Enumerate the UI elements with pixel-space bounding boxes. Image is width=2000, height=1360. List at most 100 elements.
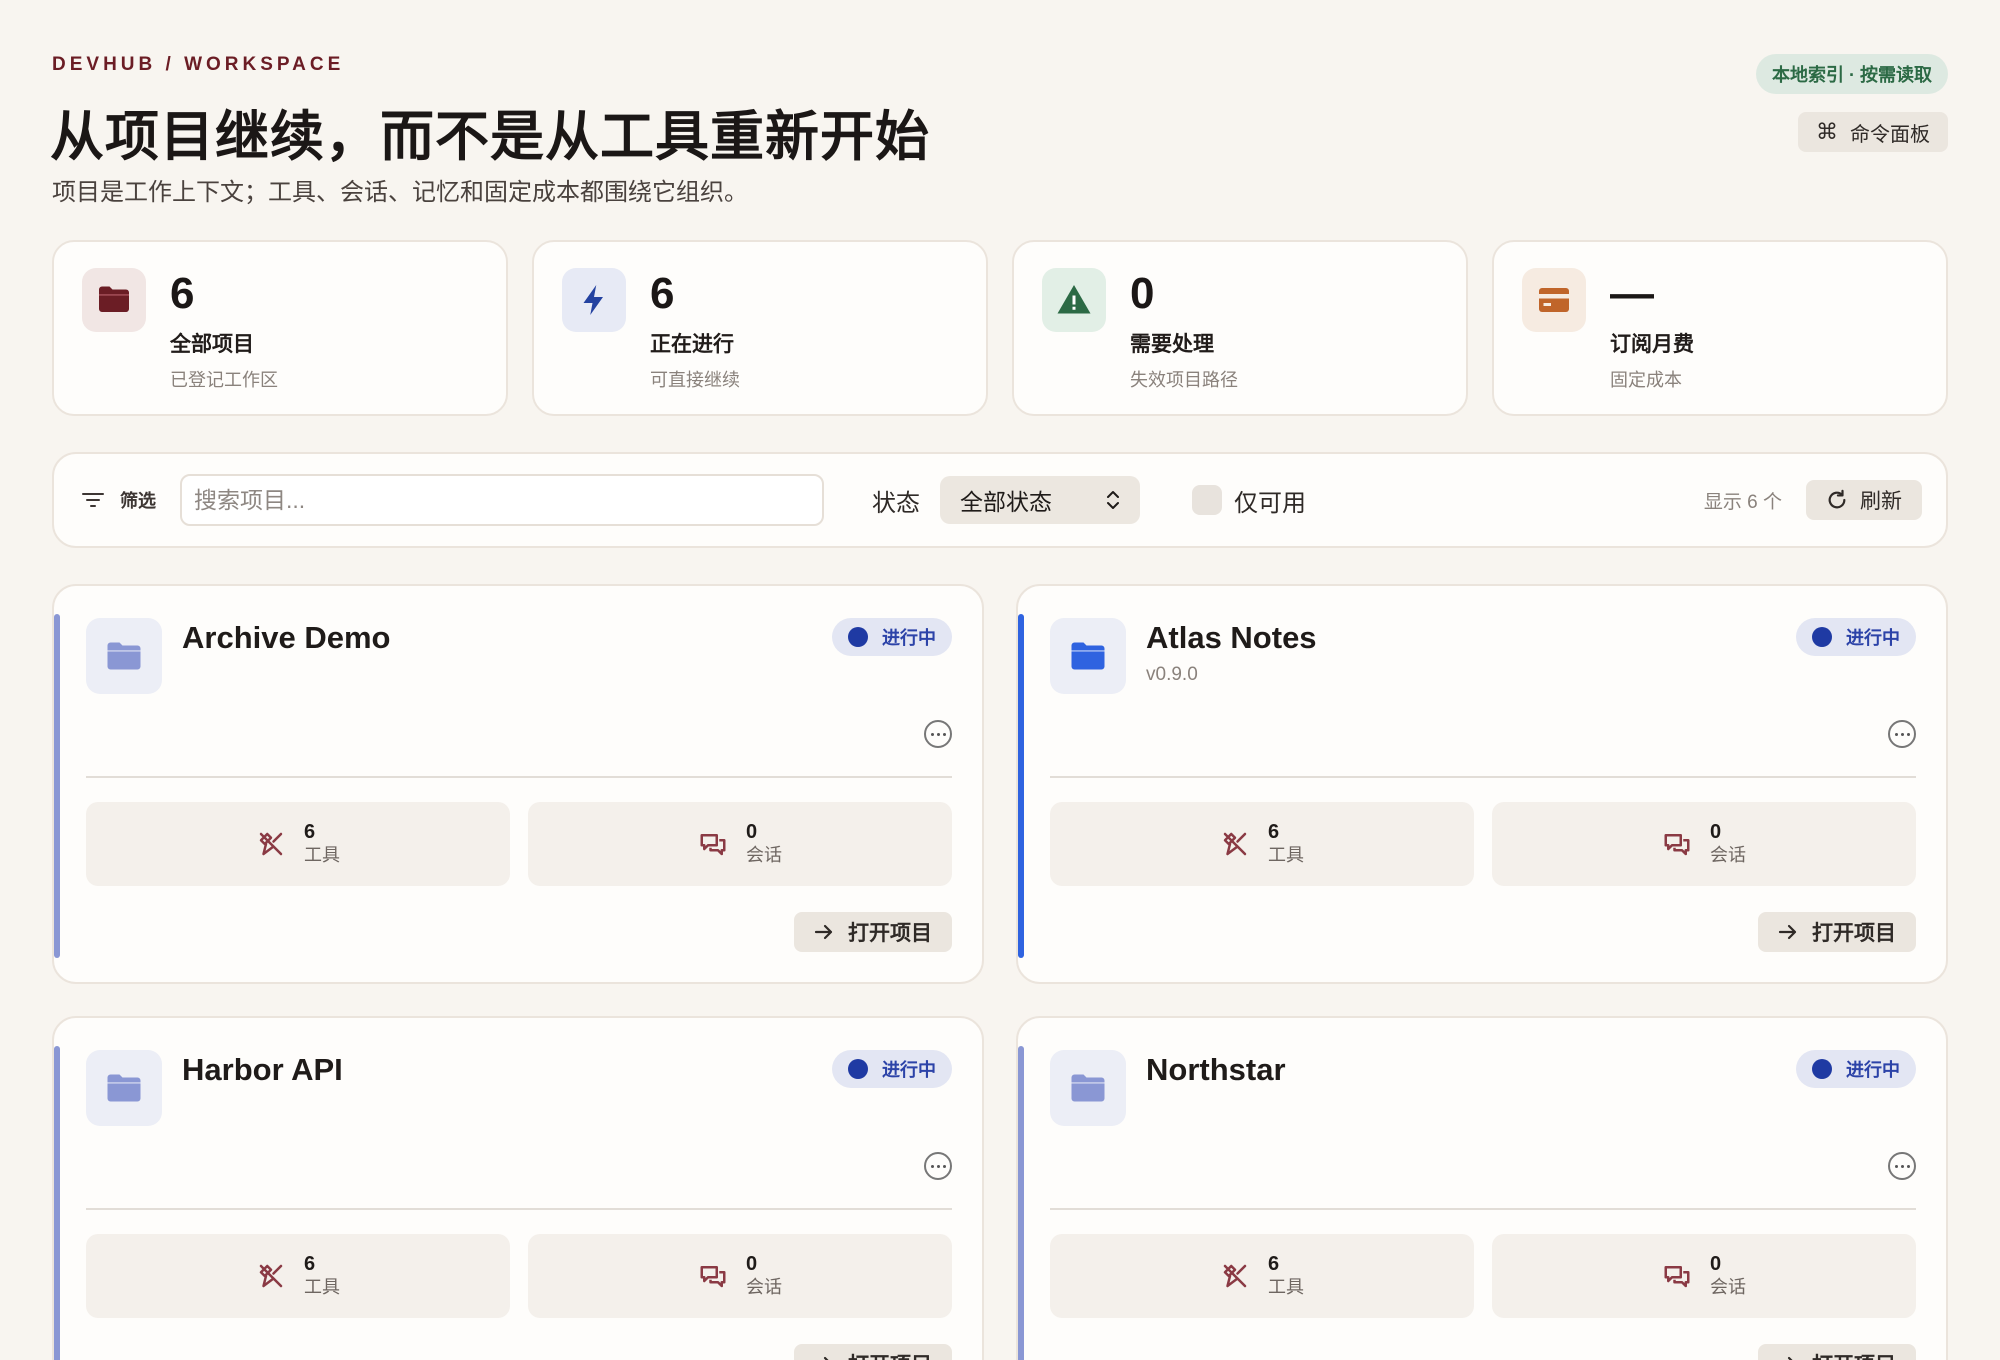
sessions-label: 会话 [1710,845,1746,865]
sessions-count: 0 [1710,1253,1722,1275]
tools-count: 6 [1268,821,1280,843]
open-project-button[interactable]: 打开项目 [1758,912,1916,952]
tools-label: 工具 [1268,1277,1304,1297]
sessions-count: 0 [1710,821,1722,843]
project-card[interactable]: Harbor API 进行中 6 工具 0 会话 [52,1016,984,1360]
sessions-metric[interactable]: 0 会话 [1492,1234,1916,1318]
project-name[interactable]: Harbor API [182,1052,343,1088]
tools-icon [1223,832,1247,856]
sessions-metric[interactable]: 0 会话 [1492,802,1916,886]
command-key-icon: ⌘ [1816,119,1838,144]
sessions-count: 0 [746,821,758,843]
stat-card-subscription: — 订阅月费 固定成本 [1492,240,1948,416]
status-badge: 进行中 [832,618,952,656]
tools-icon [259,1264,283,1288]
shown-count: 显示 6 个 [1703,491,1782,513]
filter-lead: 筛选 [82,487,156,513]
lightning-icon [562,268,626,332]
folder-icon [86,618,162,694]
tools-metric[interactable]: 6 工具 [1050,1234,1474,1318]
sessions-label: 会话 [746,1277,782,1297]
tools-label: 工具 [1268,845,1304,865]
warning-icon [1042,268,1106,332]
arrow-right-icon [823,1356,829,1360]
refresh-button[interactable]: 刷新 [1806,480,1922,520]
status-select[interactable]: 全部状态 [940,476,1140,524]
tools-count: 6 [304,1253,316,1275]
status-badge: 进行中 [1796,618,1916,656]
open-project-label: 打开项目 [848,922,932,945]
stat-label: 需要处理 [1130,333,1214,356]
filter-bar: 筛选 状态 全部状态 仅可用 显示 6 个 刷新 [52,452,1948,548]
project-grid: Archive Demo 进行中 6 工具 0 会话 打开项目 Atlas No… [52,584,1948,1360]
open-project-label: 打开项目 [1812,1349,1896,1360]
arrow-right-icon [1778,924,1797,940]
tools-metric[interactable]: 6 工具 [1050,802,1474,886]
tools-label: 工具 [304,1277,340,1297]
chat-bubbles-icon [1664,1266,1690,1288]
tools-metric[interactable]: 6 工具 [86,1234,510,1318]
more-options-icon[interactable] [1888,720,1916,748]
sessions-metric[interactable]: 0 会话 [528,802,952,886]
sessions-count: 0 [746,1253,758,1275]
tools-count: 6 [304,821,316,843]
open-project-label: 打开项目 [1812,922,1896,945]
stat-value: 6 [170,269,195,318]
status-badge-label: 进行中 [882,1060,936,1080]
stat-label: 订阅月费 [1610,333,1694,356]
project-accent-bar [1018,1046,1024,1360]
search-input[interactable] [180,474,824,526]
project-card[interactable]: Northstar 进行中 6 工具 0 会话 [1016,1016,1948,1360]
refresh-label: 刷新 [1860,490,1902,513]
filter-icon [82,493,104,507]
tools-metric[interactable]: 6 工具 [86,802,510,886]
arrow-right-icon [1787,1356,1793,1360]
command-palette-label: 命令面板 [1850,123,1930,146]
stat-value: 6 [650,269,675,318]
project-accent-bar [54,614,60,958]
more-options-icon[interactable] [1888,1152,1916,1180]
open-project-button[interactable]: 打开项目 [1758,1344,1916,1360]
stat-value: — [1610,269,1654,318]
available-only-toggle[interactable]: 仅可用 [1192,483,1306,518]
divider [1050,1208,1916,1210]
folder-icon [82,268,146,332]
tools-label: 工具 [304,845,340,865]
project-name[interactable]: Archive Demo [182,620,390,656]
project-name[interactable]: Northstar [1146,1052,1286,1088]
divider [86,776,952,778]
stat-card-needs-attention: 0 需要处理 失效项目路径 [1012,240,1468,416]
stat-sublabel: 失效项目路径 [1130,370,1238,390]
status-dot-icon [848,1059,868,1079]
open-project-button[interactable]: 打开项目 [794,1344,952,1360]
project-name[interactable]: Atlas Notes [1146,620,1317,656]
project-card[interactable]: Atlas Notes v0.9.0 进行中 6 工具 0 会话 打开项目 [1016,584,1948,984]
stat-card-in-progress: 6 正在进行 可直接继续 [532,240,988,416]
chat-bubbles-icon [1664,834,1690,856]
divider [86,1208,952,1210]
available-only-checkbox[interactable] [1192,485,1222,515]
open-project-label: 打开项目 [848,1349,932,1360]
arrow-right-icon [814,924,833,940]
project-card[interactable]: Archive Demo 进行中 6 工具 0 会话 打开项目 [52,584,984,984]
stat-label: 正在进行 [650,333,734,356]
more-options-icon[interactable] [924,720,952,748]
stat-card-all-projects: 6 全部项目 已登记工作区 [52,240,508,416]
sessions-metric[interactable]: 0 会话 [528,1234,952,1318]
project-accent-bar [1018,614,1024,958]
folder-icon [1050,618,1126,694]
stat-sublabel: 固定成本 [1610,370,1682,390]
status-badge-label: 进行中 [1846,1060,1900,1080]
tools-icon [1223,1264,1247,1288]
command-palette-button[interactable]: ⌘ 命令面板 [1798,112,1948,152]
filter-label: 筛选 [120,491,156,511]
status-badge: 进行中 [1796,1050,1916,1088]
open-project-button[interactable]: 打开项目 [794,912,952,952]
status-dot-icon [1812,627,1832,647]
page-subtitle: 项目是工作上下文；工具、会话、记忆和固定成本都围绕它组织。 [52,179,748,206]
credit-card-icon [1522,268,1586,332]
more-options-icon[interactable] [924,1152,952,1180]
chat-bubbles-icon [700,1266,726,1288]
project-accent-bar [54,1046,60,1360]
stat-sublabel: 可直接继续 [650,370,740,390]
